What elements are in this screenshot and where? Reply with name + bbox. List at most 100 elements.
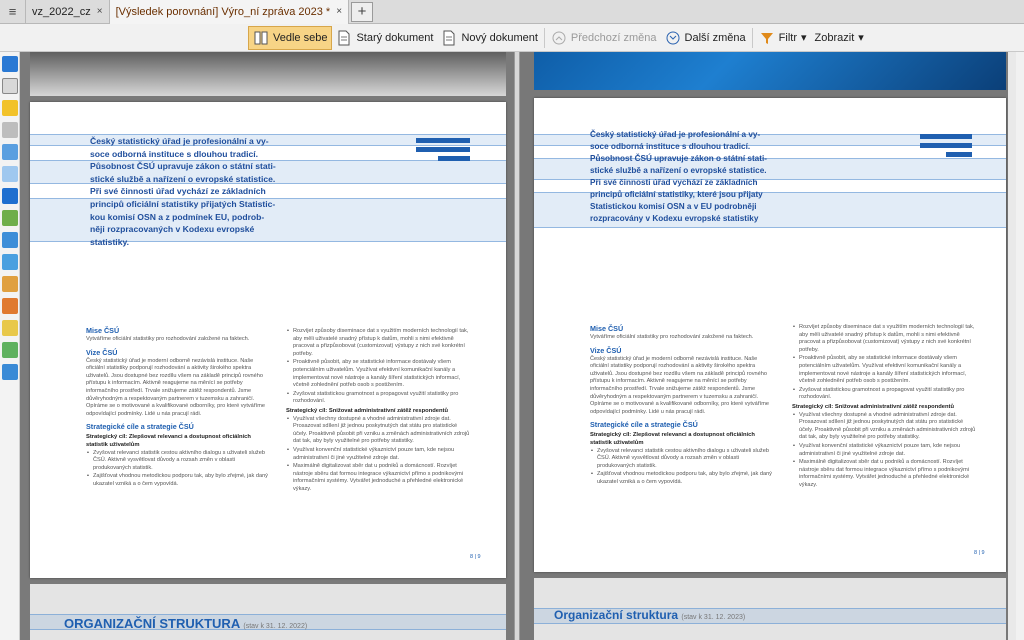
new-document-label: Nový dokument [461, 31, 538, 44]
document-icon [336, 29, 352, 47]
close-icon[interactable]: × [97, 6, 103, 17]
mission-text: Vytváříme oficiální statistiky pro rozho… [590, 334, 754, 340]
intro-line: rozpracovány v Kodexu evropské statistik… [590, 214, 759, 223]
tools-icon[interactable] [2, 298, 18, 314]
filter-button[interactable]: Filtr ▾ [755, 26, 811, 50]
mission-title: Mise ČSÚ [86, 326, 120, 335]
compare-view: Český statistický úřad je profesionální … [20, 52, 1016, 640]
tab-label: [Výsledek porovnání] Výro_ní zpráva 2023… [115, 5, 331, 18]
org-heading: Organizační struktura (stav k 31. 12. 20… [554, 608, 745, 622]
chevron-down-icon [665, 29, 681, 47]
list-item: Využívat všechny dostupné a vhodné admin… [792, 412, 976, 442]
menu-icon[interactable]: ≡ [0, 0, 26, 24]
tab-comparison[interactable]: [Výsledek porovnání] Výro_ní zpráva 2023… [109, 0, 350, 24]
old-document-button[interactable]: Starý dokument [332, 26, 437, 50]
next-change-label: Další změna [684, 31, 746, 44]
filter-icon [759, 29, 775, 47]
list-item: Zvyšovat statistickou gramotnost a propa… [286, 391, 470, 406]
intro-line: Český statistický úřad je profesionální … [90, 136, 269, 146]
accessibility-icon[interactable] [2, 364, 18, 380]
next-change-button[interactable]: Další změna [661, 26, 750, 50]
goal-heading: Strategický cíl: Snižovat administrativn… [286, 407, 449, 414]
list-item: Využívat konvenční statistické výkaznict… [286, 447, 470, 462]
list-item: Zajišťovat vhodnou metodickou podporu ta… [86, 473, 272, 488]
view-button[interactable]: Zobrazit ▾ [811, 26, 868, 50]
tab-vz-2022[interactable]: vz_2022_cz × [26, 0, 110, 24]
comment-icon[interactable] [2, 100, 18, 116]
tag-icon[interactable] [2, 320, 18, 336]
intro-line: kou komisí OSN a z podmínek EU, podrob- [90, 211, 265, 222]
right-column: Rozvíjet způsoby diseminace dat s využit… [286, 328, 470, 494]
bookmark-icon[interactable] [2, 56, 18, 72]
intro-line: stické službě a nařízení o evropské stat… [90, 173, 276, 184]
list-item: Proaktivně působit, aby se statistické i… [792, 355, 976, 385]
structure-icon[interactable] [2, 254, 18, 270]
link-icon[interactable] [2, 232, 18, 248]
new-document-pane[interactable]: Český statistický úřad je profesionální … [520, 52, 1016, 640]
org-title: Organizační struktura [554, 608, 679, 622]
old-document-pane[interactable]: Český statistický úřad je profesionální … [20, 52, 514, 640]
next-page: Organizační struktura (stav k 31. 12. 20… [534, 578, 1006, 640]
org-heading: ORGANIZAČNÍ STRUKTURA (stav k 31. 12. 20… [64, 616, 307, 631]
list-item: Rozvíjet způsoby diseminace dat s využit… [286, 328, 470, 358]
view-label: Zobrazit [814, 31, 855, 44]
intro-line: principů oficiální statistiky, které jso… [590, 190, 763, 199]
stamp-icon[interactable] [2, 276, 18, 292]
mission-title: Mise ČSÚ [590, 324, 624, 333]
tab-bar: ≡ vz_2022_cz × [Výsledek porovnání] Výro… [0, 0, 1024, 24]
list-item: Zvyšovat relevanci statistik cestou akti… [86, 450, 272, 473]
list-item: Proaktivně působit, aby se statistické i… [286, 359, 470, 389]
new-document-button[interactable]: Nový dokument [437, 26, 541, 50]
next-page: ORGANIZAČNÍ STRUKTURA (stav k 31. 12. 20… [30, 584, 506, 640]
toolbar-divider [543, 27, 545, 48]
intro-line: Při své činnosti úřad vychází ze základn… [590, 178, 758, 187]
vision-text: Český statistický úřad je moderní odborn… [86, 357, 265, 417]
list-item: Rozvíjet způsoby diseminace dat s využit… [792, 324, 976, 354]
form-icon[interactable] [2, 210, 18, 226]
intro-text: Český statistický úřad je profesionální … [90, 135, 280, 248]
page-number: 8 | 9 [470, 554, 481, 560]
cube-icon[interactable] [2, 188, 18, 204]
vertical-scrollbar[interactable] [1008, 52, 1016, 640]
left-column: Mise ČSÚ Vytváříme oficiální statistiky … [590, 320, 776, 488]
document-icon [441, 29, 457, 47]
intro-line: soce odborná instituce s dlouhou tradicí… [90, 148, 259, 159]
intro-line: něji rozpracovaných v Kodexu evropské [90, 224, 255, 235]
intro-line: Působnost ČSÚ upravuje zákon o státní st… [90, 161, 276, 172]
previous-change-button[interactable]: Předchozí změna [547, 26, 661, 50]
side-by-side-button[interactable]: Vedle sebe [248, 25, 333, 50]
chevron-up-icon [551, 29, 567, 47]
compare-toolbar: Vedle sebe Starý dokument Nový dokument … [0, 24, 1024, 52]
list-item: Zvyšovat statistickou gramotnost a propa… [792, 387, 976, 402]
intro-line: Český statistický úřad je profesionální … [590, 130, 761, 139]
left-column: Mise ČSÚ Vytváříme oficiální statistiky … [86, 322, 272, 490]
intro-line: Při své činnosti úřad vychází ze základn… [90, 186, 266, 197]
document-icon[interactable] [2, 166, 18, 182]
org-note: (stav k 31. 12. 2023) [681, 614, 746, 621]
side-by-side-label: Vedle sebe [273, 31, 328, 44]
strategy-title: Strategické cíle a strategie ČSÚ [86, 422, 194, 432]
list-item: Využívat konvenční statistické výkaznict… [792, 443, 976, 458]
attachment-icon[interactable] [2, 122, 18, 138]
document-page: Český statistický úřad je profesionální … [30, 102, 506, 578]
list-item: Využívat všechny dostupné a vhodné admin… [286, 416, 470, 446]
previous-change-label: Předchozí změna [570, 31, 657, 44]
right-column: Rozvíjet způsoby diseminace dat s využit… [792, 324, 976, 490]
toolbar-divider [751, 27, 753, 48]
goal-heading: Strategický cíl: Snižovat administrativn… [792, 403, 955, 410]
strategy-title: Strategické cíle a strategie ČSÚ [590, 420, 698, 430]
change-minimap[interactable] [1016, 52, 1024, 640]
layers-icon[interactable] [2, 144, 18, 160]
org-title: ORGANIZAČNÍ STRUKTURA [64, 616, 240, 631]
filter-label: Filtr [778, 31, 797, 44]
intro-text: Český statistický úřad je profesionální … [590, 129, 790, 225]
pages-icon[interactable] [2, 78, 18, 94]
org-note: (stav k 31. 12. 2022) [243, 623, 308, 630]
new-tab-button[interactable]: + [351, 1, 374, 22]
list-item: Zajišťovat vhodnou metodickou podporu ta… [590, 471, 776, 486]
vision-title: Vize ČSÚ [86, 347, 118, 357]
signature-icon[interactable] [2, 342, 18, 358]
close-icon[interactable]: × [336, 6, 342, 17]
dropdown-arrow-icon: ▾ [858, 32, 864, 44]
page-image [534, 52, 1006, 90]
